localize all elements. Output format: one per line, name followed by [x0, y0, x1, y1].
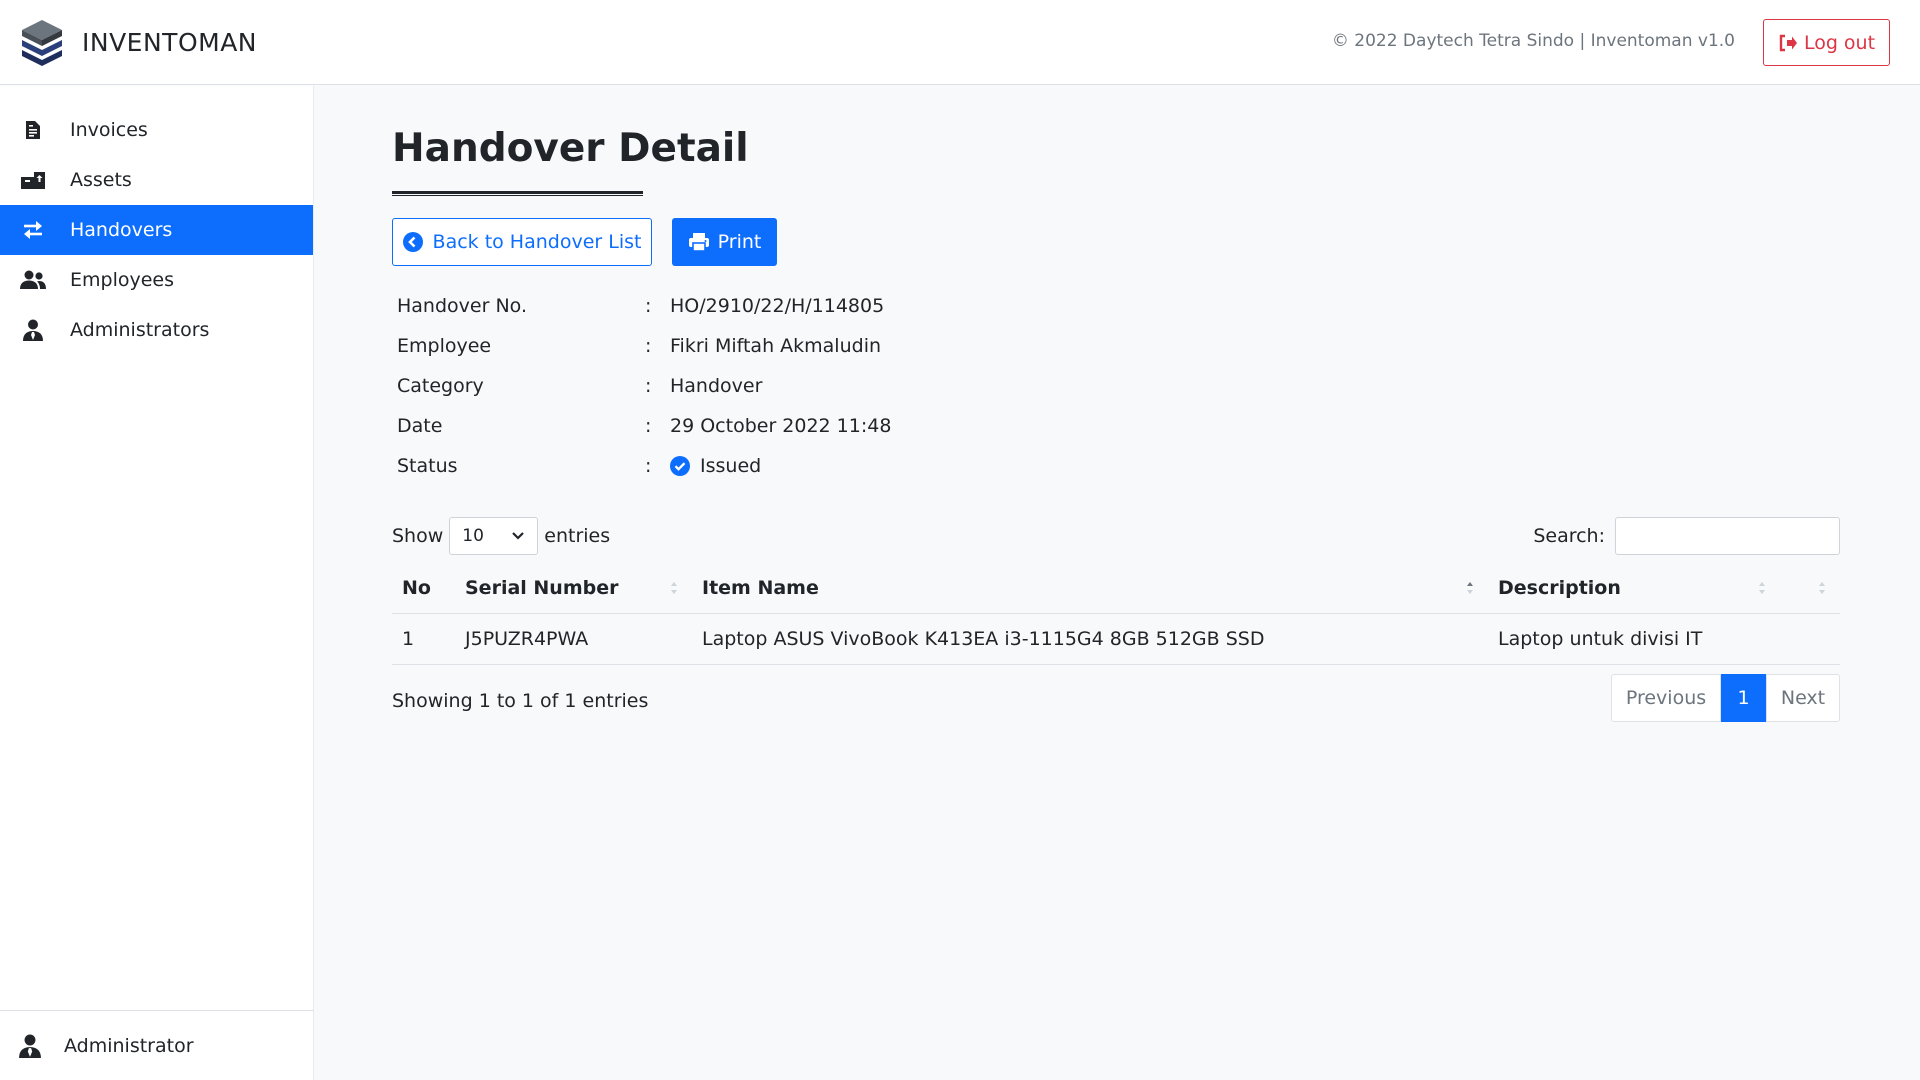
entries-select[interactable]: 10 [449, 517, 539, 555]
table-controls: Show 10 entries Search: [392, 516, 1840, 556]
detail-label: Status [397, 455, 458, 477]
back-label: Back to Handover List [432, 231, 642, 253]
sort-icon [1759, 582, 1765, 594]
sort-icon [671, 582, 677, 594]
check-circle-icon [670, 456, 690, 476]
detail-label: Handover No. [397, 295, 527, 317]
top-navbar: INVENTOMAN © 2022 Daytech Tetra Sindo | … [0, 0, 1920, 85]
column-label: Description [1498, 576, 1621, 599]
sidebar-item-label: Handovers [70, 219, 173, 241]
detail-value: HO/2910/22/H/114805 [670, 295, 885, 317]
sidebar: Invoices Assets Handovers Employees Admi… [0, 86, 314, 1080]
detail-row-employee: Employee : Fikri Miftah Akmaludin [397, 326, 891, 366]
user-tie-icon [19, 1034, 41, 1058]
pagination-next[interactable]: Next [1766, 674, 1840, 722]
users-icon [20, 267, 46, 293]
column-label: Serial Number [465, 576, 619, 599]
pagination-page-1[interactable]: 1 [1721, 674, 1766, 722]
box-icon [20, 167, 46, 193]
column-label: Item Name [702, 576, 819, 599]
detail-value: 29 October 2022 11:48 [670, 415, 892, 437]
detail-row-status: Status : Issued [397, 446, 891, 486]
column-header-serial-number[interactable]: Serial Number [455, 563, 692, 614]
column-header-item-name[interactable]: Item Name [692, 563, 1488, 614]
sidebar-item-label: Administrators [70, 319, 210, 341]
status-text: Issued [700, 455, 762, 477]
print-label: Print [717, 231, 762, 253]
detail-row-category: Category : Handover [397, 366, 891, 406]
pagination: Previous 1 Next [1611, 674, 1840, 722]
sidebar-item-label: Invoices [70, 119, 148, 141]
sidebar-item-handovers[interactable]: Handovers [0, 205, 313, 255]
logo-icon [22, 20, 62, 66]
cell-actions [1780, 613, 1840, 665]
sort-icon [1819, 582, 1825, 594]
current-user[interactable]: Administrator [0, 1010, 314, 1080]
detail-colon: : [645, 375, 652, 397]
column-header-no[interactable]: No [392, 563, 455, 614]
title-divider [392, 191, 643, 196]
detail-colon: : [645, 455, 652, 477]
current-user-name: Administrator [64, 1034, 194, 1057]
file-invoice-icon [20, 117, 46, 143]
handover-details: Handover No. : HO/2910/22/H/114805 Emplo… [397, 286, 891, 486]
app-name: INVENTOMAN [82, 27, 257, 57]
user-tie-icon [20, 317, 46, 343]
page-title: Handover Detail [392, 126, 749, 171]
table-row: 1 J5PUZR4PWA Laptop ASUS VivoBook K413EA… [392, 613, 1840, 665]
sidebar-item-employees[interactable]: Employees [0, 255, 313, 305]
cell-item-name: Laptop ASUS VivoBook K413EA i3-1115G4 8G… [692, 613, 1488, 665]
items-table: No Serial Number Item Name Description 1… [392, 563, 1840, 665]
logout-button[interactable]: Log out [1763, 19, 1890, 66]
sidebar-item-administrators[interactable]: Administrators [0, 305, 313, 355]
cell-description: Laptop untuk divisi IT [1488, 613, 1780, 665]
table-search: Search: [1533, 516, 1840, 556]
sidebar-item-label: Assets [70, 169, 132, 191]
cell-no: 1 [392, 613, 455, 665]
show-label: Show [392, 525, 444, 547]
entries-label: entries [544, 525, 611, 547]
detail-colon: : [645, 335, 652, 357]
pagination-previous[interactable]: Previous [1611, 674, 1721, 722]
sidebar-item-invoices[interactable]: Invoices [0, 105, 313, 155]
detail-colon: : [645, 295, 652, 317]
detail-label: Date [397, 415, 443, 437]
logout-label: Log out [1803, 31, 1876, 54]
copyright-text: © 2022 Daytech Tetra Sindo | Inventoman … [1331, 31, 1735, 51]
show-entries: Show 10 entries [392, 516, 610, 556]
back-to-list-button[interactable]: Back to Handover List [392, 218, 652, 266]
detail-label: Employee [397, 335, 492, 357]
brand[interactable]: INVENTOMAN [20, 18, 257, 66]
column-header-actions[interactable] [1780, 563, 1840, 614]
sidebar-item-label: Employees [70, 269, 174, 291]
search-input[interactable] [1615, 517, 1840, 555]
detail-value: Fikri Miftah Akmaludin [670, 335, 882, 357]
entries-value: 10 [462, 526, 484, 546]
exchange-icon [20, 217, 46, 243]
print-button[interactable]: Print [672, 218, 777, 266]
detail-row-handover-no: Handover No. : HO/2910/22/H/114805 [397, 286, 891, 326]
column-label: No [402, 576, 431, 599]
sort-asc-icon [1467, 582, 1473, 594]
detail-colon: : [645, 415, 652, 437]
chevron-circle-left-icon [402, 232, 423, 252]
sidebar-item-assets[interactable]: Assets [0, 155, 313, 205]
table-header-row: No Serial Number Item Name Description [392, 563, 1840, 614]
column-header-description[interactable]: Description [1488, 563, 1780, 614]
detail-row-date: Date : 29 October 2022 11:48 [397, 406, 891, 446]
cell-serial-number: J5PUZR4PWA [455, 613, 692, 665]
detail-value: Handover [670, 375, 763, 397]
table-info: Showing 1 to 1 of 1 entries [392, 690, 649, 712]
detail-label: Category [397, 375, 484, 397]
sign-out-icon [1779, 34, 1797, 51]
print-icon [688, 233, 709, 252]
status-value: Issued [670, 455, 761, 477]
search-label: Search: [1533, 525, 1605, 547]
chevron-down-icon [512, 532, 525, 540]
